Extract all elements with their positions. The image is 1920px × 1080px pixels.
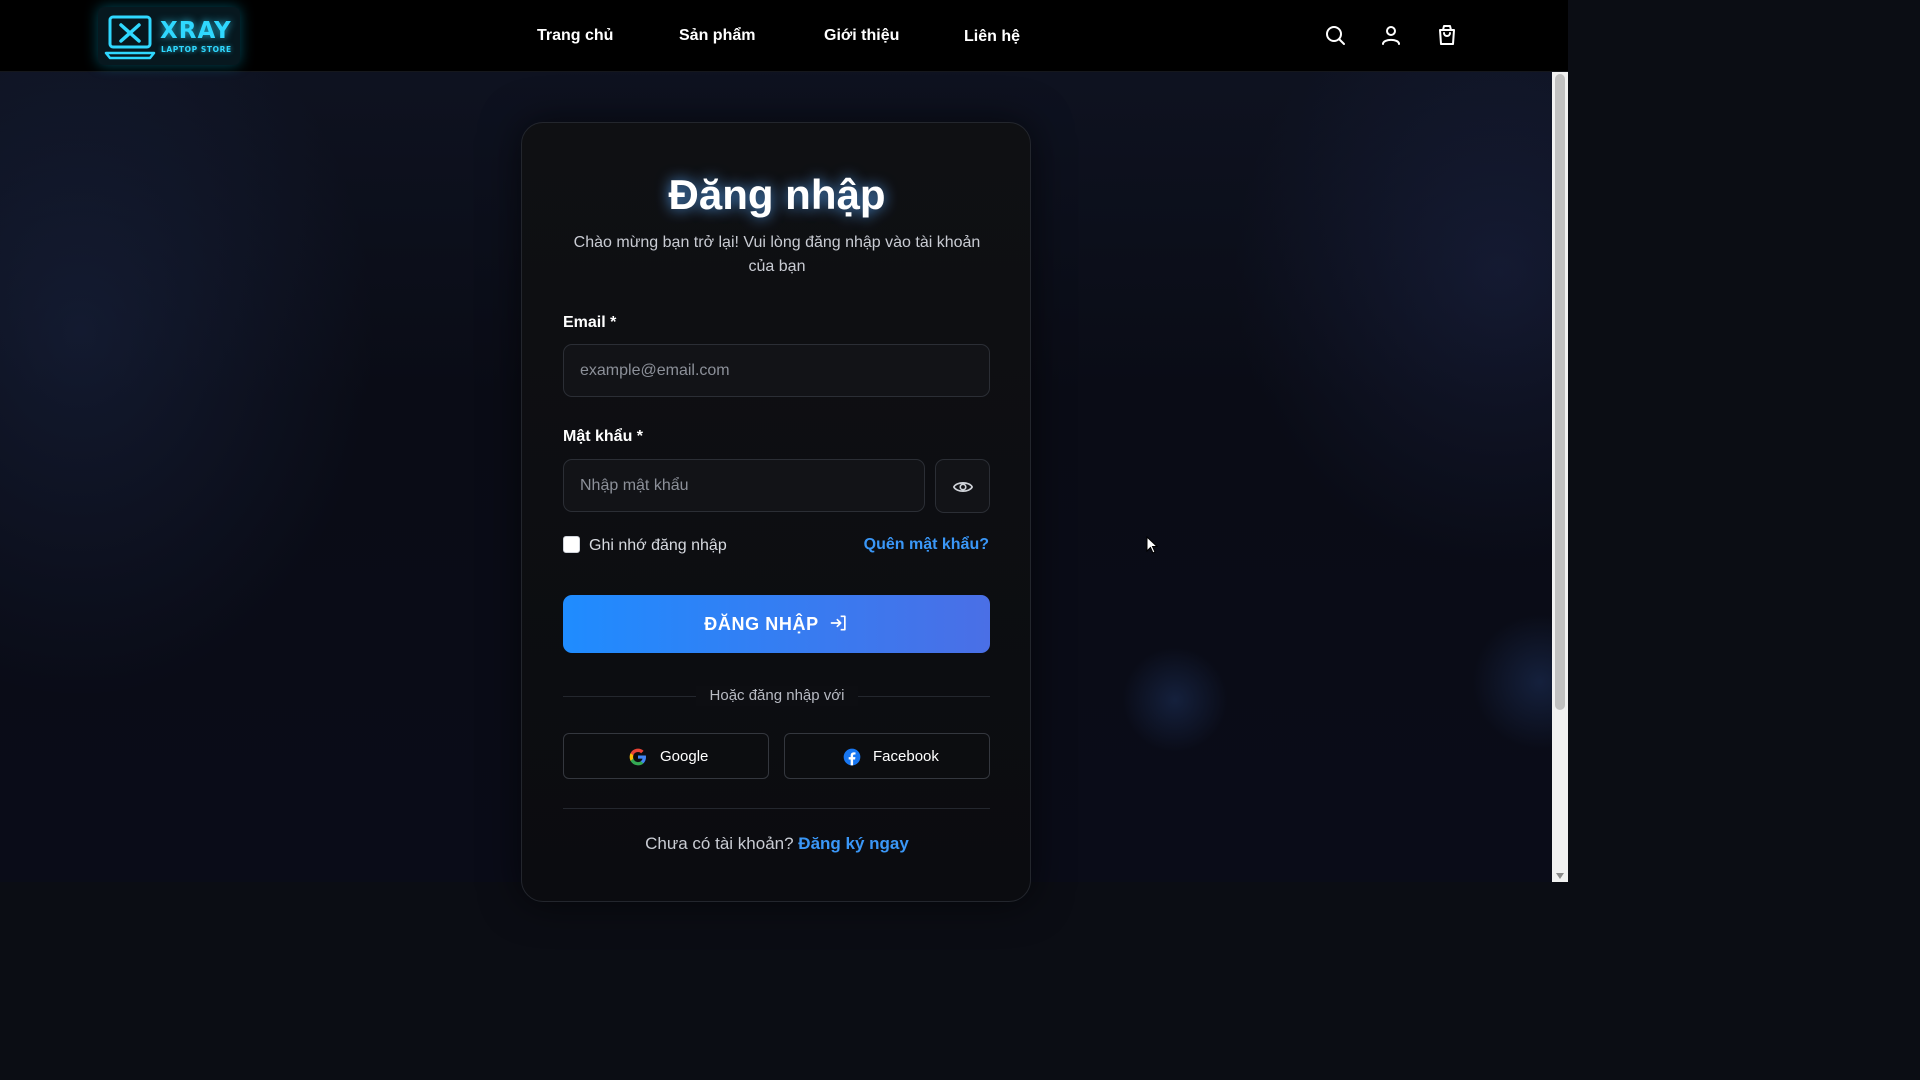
login-arrow-icon xyxy=(830,615,846,631)
divider-text: Hoặc đăng nhập với xyxy=(696,686,858,706)
scrollbar-thumb[interactable] xyxy=(1555,74,1565,710)
user-icon[interactable] xyxy=(1379,23,1403,47)
google-login-button[interactable]: Google xyxy=(563,733,769,779)
page-title: Đăng nhập xyxy=(668,171,886,218)
password-field[interactable] xyxy=(563,459,925,512)
remember-label: Ghi nhớ đăng nhập xyxy=(589,537,727,554)
page-scrollbar[interactable] xyxy=(1552,72,1568,882)
signup-link[interactable]: Đăng ký ngay xyxy=(798,834,909,853)
nav-item-products[interactable]: Sản phẩm xyxy=(679,26,755,46)
login-button-label: ĐĂNG NHẬP xyxy=(704,614,819,634)
site-header: XRAY LAPTOP STORE Trang chủ Sản phẩm Giớ… xyxy=(0,0,1568,72)
email-label: Email * xyxy=(563,314,617,331)
remember-checkbox[interactable] xyxy=(563,536,580,553)
nav-item-about[interactable]: Giới thiệu xyxy=(824,26,899,46)
mouse-cursor-icon xyxy=(1146,536,1158,554)
login-button[interactable]: ĐĂNG NHẬP xyxy=(563,595,990,653)
search-icon[interactable] xyxy=(1323,23,1347,47)
forgot-password-link[interactable]: Quên mật khẩu? xyxy=(864,535,989,555)
brand-tagline: LAPTOP STORE xyxy=(161,45,232,54)
scroll-down-arrow-icon[interactable] xyxy=(1556,873,1564,879)
password-label: Mật khẩu * xyxy=(563,428,644,445)
toggle-password-button[interactable] xyxy=(935,459,990,513)
google-label: Google xyxy=(660,748,709,765)
facebook-icon xyxy=(843,748,861,766)
signup-prompt: Chưa có tài khoản? xyxy=(645,834,794,853)
login-subtitle: Chào mừng bạn trở lại! Vui lòng đăng nhậ… xyxy=(573,234,981,275)
login-card: Đăng nhập Chào mừng bạn trở lại! Vui lòn… xyxy=(521,122,1031,902)
signup-row: Chưa có tài khoản? Đăng ký ngay xyxy=(522,833,1032,855)
nav-item-contact[interactable]: Liên hệ xyxy=(964,27,1020,47)
brand-logo[interactable]: XRAY LAPTOP STORE xyxy=(98,7,240,65)
eye-icon xyxy=(952,482,974,492)
nav-item-home[interactable]: Trang chủ xyxy=(537,26,613,46)
brand-name: XRAY xyxy=(160,18,232,44)
footer-divider xyxy=(563,808,990,809)
shopping-bag-icon[interactable] xyxy=(1435,23,1459,47)
laptop-logo-icon xyxy=(104,15,156,60)
facebook-login-button[interactable]: Facebook xyxy=(784,733,990,779)
facebook-label: Facebook xyxy=(873,748,939,765)
google-icon xyxy=(629,748,646,766)
email-field[interactable] xyxy=(563,344,990,397)
